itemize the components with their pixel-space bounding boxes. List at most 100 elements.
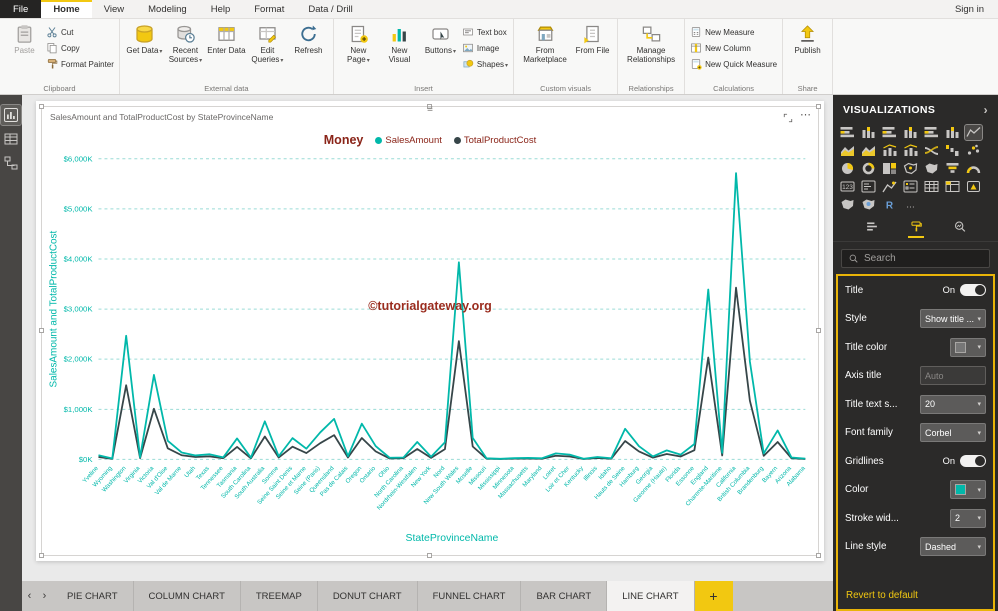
clustered-bar-chart-icon[interactable]	[881, 125, 898, 140]
recent-sources-button[interactable]: Recent Sources▾	[166, 21, 205, 81]
publish-button[interactable]: Publish	[788, 21, 827, 81]
legend-item-salesamount[interactable]: SalesAmount	[375, 135, 442, 146]
page-tab-column-chart[interactable]: COLUMN CHART	[134, 581, 241, 611]
line-and-clustered-column-chart-icon[interactable]	[881, 143, 898, 158]
publish-icon	[797, 24, 818, 44]
image-button[interactable]: Image	[462, 42, 508, 54]
tab-modeling[interactable]: Modeling	[136, 0, 199, 18]
filled-map-icon[interactable]	[923, 161, 940, 176]
sign-in-button[interactable]: Sign in	[941, 0, 998, 18]
get-data-button[interactable]: Get Data▾	[125, 21, 164, 81]
manage-relationships-button[interactable]: Manage Relationships	[623, 21, 679, 81]
arcgis-map-icon[interactable]	[860, 197, 877, 212]
gridlines-toggle[interactable]	[960, 455, 986, 468]
model-view-button[interactable]	[1, 153, 21, 173]
powerapps-visual-icon[interactable]	[965, 179, 982, 194]
area-chart-icon[interactable]	[839, 143, 856, 158]
tab-help[interactable]: Help	[199, 0, 243, 18]
cut-button[interactable]: Cut	[46, 26, 114, 38]
file-menu[interactable]: File	[0, 0, 42, 18]
table-icon[interactable]	[923, 179, 940, 194]
new-page-tab-button[interactable]: +	[694, 581, 733, 611]
card-icon[interactable]: 123	[839, 179, 856, 194]
tab-format[interactable]: Format	[242, 0, 296, 18]
new-visual-button[interactable]: New Visual	[380, 21, 419, 81]
from-marketplace-button[interactable]: From Marketplace	[519, 21, 571, 81]
line-chart-icon[interactable]	[964, 124, 983, 141]
funnel-icon[interactable]	[944, 161, 961, 176]
slicer-icon[interactable]	[902, 179, 919, 194]
line-and-stacked-column-chart-icon[interactable]	[902, 143, 919, 158]
stacked-bar-chart-icon[interactable]	[839, 125, 856, 140]
multi-row-card-icon[interactable]	[860, 179, 877, 194]
page-tab-donut-chart[interactable]: DONUT CHART	[318, 581, 418, 611]
line-chart-plot[interactable]: $0K$1,000K$2,000K$3,000K$4,000K$5,000K$6…	[42, 107, 818, 555]
axis-title-input[interactable]: Auto	[920, 366, 986, 386]
format-search-input[interactable]: Search	[841, 249, 990, 268]
format-pane-tab[interactable]	[907, 220, 924, 238]
page-nav-next-icon[interactable]: ›	[37, 581, 52, 611]
gauge-icon[interactable]	[965, 161, 982, 176]
waterfall-chart-icon[interactable]	[944, 143, 961, 158]
treemap-icon[interactable]	[881, 161, 898, 176]
clustered-column-chart-icon[interactable]	[902, 125, 919, 140]
fields-pane-tab[interactable]	[864, 220, 880, 238]
more-options-icon[interactable]: …	[902, 197, 919, 212]
report-view-button[interactable]	[0, 104, 22, 126]
title-toggle[interactable]	[960, 284, 986, 297]
tab-data-drill[interactable]: Data / Drill	[296, 0, 364, 18]
map-icon[interactable]	[902, 161, 919, 176]
stacked-area-chart-icon[interactable]	[860, 143, 877, 158]
buttons-button[interactable]: Buttons▾	[421, 21, 460, 81]
title-text-size-input[interactable]: 20 ▾	[920, 394, 986, 414]
report-canvas[interactable]: ≡ ⋯ SalesAmount and TotalProductCost by …	[22, 95, 833, 581]
enter-data-button[interactable]: Enter Data	[207, 21, 246, 81]
ribbon-chart-icon[interactable]	[923, 143, 940, 158]
line-chart-visual[interactable]: ≡ ⋯ SalesAmount and TotalProductCost by …	[39, 104, 821, 558]
refresh-button[interactable]: Refresh	[289, 21, 328, 81]
copy-button[interactable]: Copy	[46, 42, 114, 54]
from-file-button[interactable]: From File	[573, 21, 612, 81]
pie-chart-icon[interactable]	[839, 161, 856, 176]
kpi-icon[interactable]	[881, 179, 898, 194]
legend-item-totalproductcost[interactable]: TotalProductCost	[453, 135, 536, 146]
new-measure-button[interactable]: New Measure	[690, 26, 777, 38]
line-style-dropdown[interactable]: Dashed ▾	[920, 537, 986, 557]
shape-map-icon[interactable]	[839, 197, 856, 212]
new-column-button[interactable]: New Column	[690, 42, 777, 54]
gridline-color-picker[interactable]: ▾	[950, 480, 986, 500]
collapse-pane-icon[interactable]: ›	[984, 103, 988, 117]
r-script-visual-icon[interactable]: R	[881, 197, 898, 212]
series-line-TotalProductCost[interactable]	[98, 286, 806, 460]
group-label-clipboard: Clipboard	[43, 84, 76, 93]
style-dropdown[interactable]: Show title ... ▾	[920, 309, 986, 329]
revert-to-default-link[interactable]: Revert to default	[838, 584, 993, 609]
page-tab-line-chart[interactable]: LINE CHART	[607, 581, 695, 611]
format-painter-button[interactable]: Format Painter	[46, 58, 114, 70]
text-box-button[interactable]: Text box	[462, 26, 508, 38]
donut-chart-icon[interactable]	[860, 161, 877, 176]
tab-home[interactable]: Home	[41, 0, 92, 18]
scatter-chart-icon[interactable]	[965, 143, 982, 158]
edit-queries-button[interactable]: Edit Queries▾	[248, 21, 287, 81]
stroke-width-input[interactable]: 2 ▾	[950, 508, 986, 528]
stacked-column-chart-icon[interactable]	[860, 125, 877, 140]
new-page-button[interactable]: New Page▾	[339, 21, 378, 81]
page-tab-funnel-chart[interactable]: FUNNEL CHART	[418, 581, 522, 611]
title-color-picker[interactable]: ▾	[950, 337, 986, 357]
matrix-icon[interactable]	[944, 179, 961, 194]
tab-view[interactable]: View	[92, 0, 136, 18]
data-view-button[interactable]	[1, 129, 21, 149]
page-tab-pie-chart[interactable]: PIE CHART	[52, 581, 134, 611]
report-page[interactable]: ≡ ⋯ SalesAmount and TotalProductCost by …	[36, 101, 824, 561]
shapes-button[interactable]: Shapes▾	[462, 58, 508, 70]
new-quick-measure-button[interactable]: New Quick Measure	[690, 58, 777, 70]
page-nav-prev-icon[interactable]: ‹	[22, 581, 37, 611]
100-stacked-bar-chart-icon[interactable]	[923, 125, 940, 140]
paste-button[interactable]: Paste	[5, 21, 44, 81]
100-stacked-column-chart-icon[interactable]	[944, 125, 961, 140]
font-family-dropdown[interactable]: Corbel ▾	[920, 423, 986, 443]
page-tab-treemap[interactable]: TREEMAP	[241, 581, 318, 611]
analytics-pane-tab[interactable]	[952, 220, 968, 238]
page-tab-bar-chart[interactable]: BAR CHART	[521, 581, 608, 611]
